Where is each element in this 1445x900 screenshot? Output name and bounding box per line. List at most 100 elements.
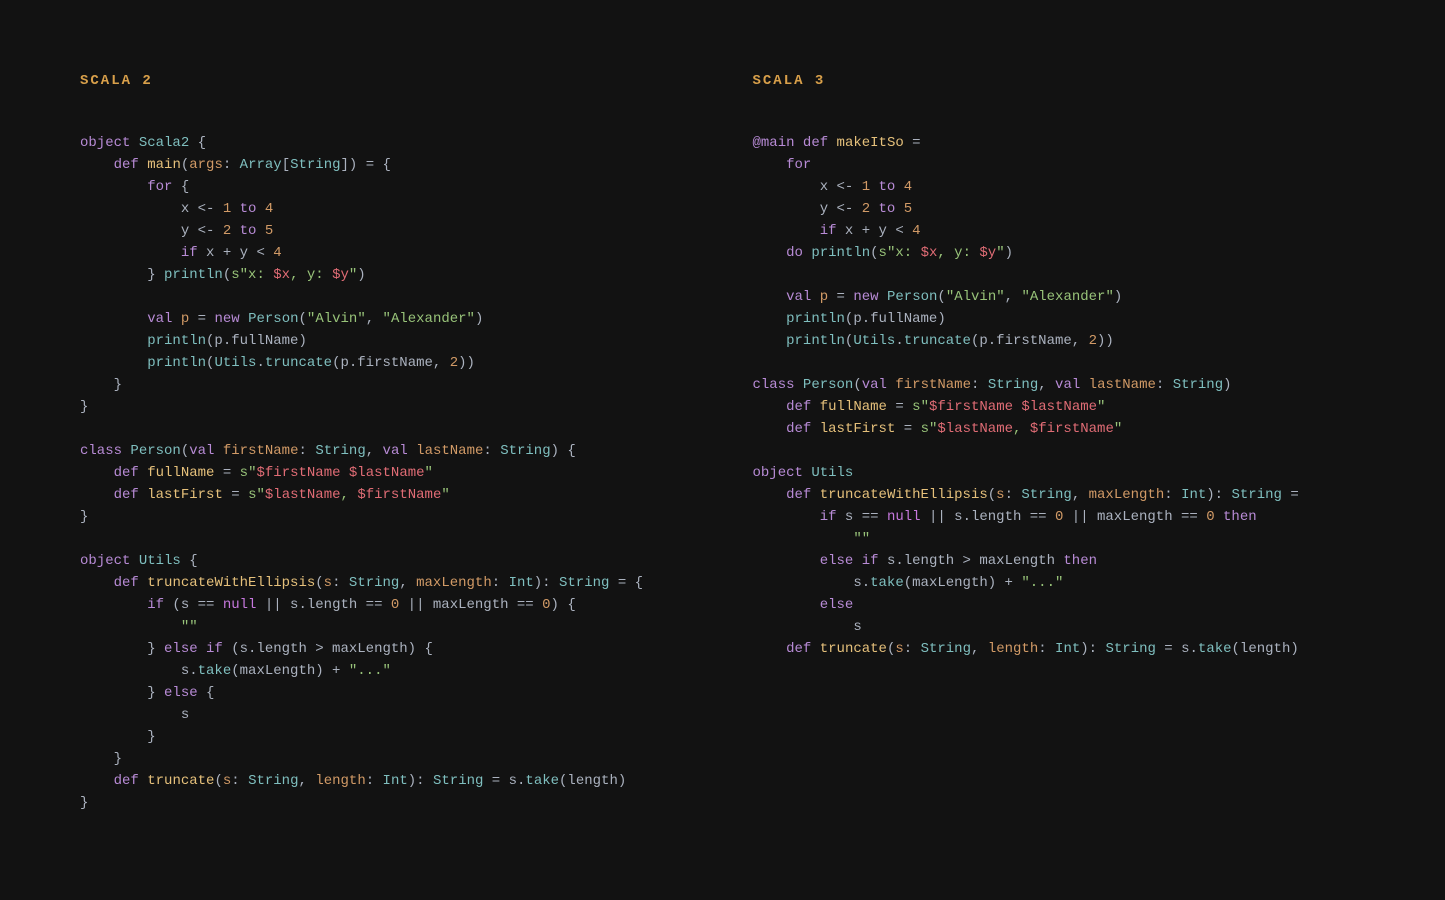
code-token: new — [214, 311, 239, 327]
code-token: (length) — [1232, 641, 1299, 657]
code-token: println — [786, 311, 845, 327]
code-token: $firstName — [357, 487, 441, 503]
code-token: Int — [509, 575, 534, 591]
code-token: s. — [80, 663, 198, 679]
code-token — [753, 553, 820, 569]
code-token: String — [315, 443, 365, 459]
code-token: : — [332, 575, 349, 591]
code-token: fullName — [147, 465, 214, 481]
code-token — [753, 399, 787, 415]
code-token: } — [80, 509, 88, 525]
code-token — [811, 421, 819, 437]
code-token: null — [223, 597, 257, 613]
code-token: def — [114, 487, 139, 503]
code-token: : — [1005, 487, 1022, 503]
code-token: s — [895, 641, 903, 657]
code-token — [408, 443, 416, 459]
code-token: ) — [357, 267, 365, 283]
code-token: y <- — [753, 201, 862, 217]
code-token: String — [500, 443, 550, 459]
code-token: s" — [240, 465, 257, 481]
code-token: "..." — [349, 663, 391, 679]
code-token — [811, 289, 819, 305]
code-token — [753, 487, 787, 503]
code-token: " — [425, 465, 433, 481]
code-token: to — [240, 223, 257, 239]
code-token — [139, 773, 147, 789]
code-token: : — [492, 575, 509, 591]
code-token: if — [820, 223, 837, 239]
code-token: object — [753, 465, 803, 481]
scala2-code-block: object Scala2 { def main(args: Array[Str… — [80, 132, 693, 814]
code-token: : — [1156, 377, 1173, 393]
code-token: " — [441, 487, 449, 503]
code-token: Person — [248, 311, 298, 327]
code-token: $firstName — [1030, 421, 1114, 437]
code-token: } — [80, 751, 122, 767]
code-token: new — [853, 289, 878, 305]
code-token: val — [862, 377, 887, 393]
code-token: String — [290, 157, 340, 173]
code-token: ) — [1223, 377, 1231, 393]
code-token: take — [870, 575, 904, 591]
code-token: maxLength — [416, 575, 492, 591]
code-token: = s. — [1156, 641, 1198, 657]
code-token: def — [786, 399, 811, 415]
code-token: main — [147, 157, 181, 173]
code-token: : — [483, 443, 500, 459]
code-token: s — [753, 619, 862, 635]
code-token: = s. — [483, 773, 525, 789]
code-token — [753, 421, 787, 437]
code-token — [811, 399, 819, 415]
code-token: null — [887, 509, 921, 525]
code-token: , — [1038, 377, 1055, 393]
code-token: { — [189, 135, 206, 151]
code-token: for — [786, 157, 811, 173]
code-token: ( — [853, 377, 861, 393]
code-token: [ — [282, 157, 290, 173]
code-token: then — [1223, 509, 1257, 525]
code-token: "Alexander" — [383, 311, 475, 327]
code-token — [231, 223, 239, 239]
code-token — [139, 575, 147, 591]
code-token: || s.length == — [921, 509, 1055, 525]
code-token: (p.firstName, — [332, 355, 450, 371]
code-token — [753, 641, 787, 657]
code-token: ( — [181, 157, 189, 173]
code-token: = — [904, 135, 921, 151]
code-token — [80, 311, 147, 327]
code-token: truncateWithEllipsis — [147, 575, 315, 591]
code-token: $lastName — [1021, 399, 1097, 415]
code-token: ) — [1114, 289, 1122, 305]
scala2-title: SCALA 2 — [80, 70, 693, 92]
code-token: val — [147, 311, 172, 327]
code-token: String — [1173, 377, 1223, 393]
code-token — [80, 333, 147, 349]
code-token: println — [147, 355, 206, 371]
code-token: $x — [921, 245, 938, 261]
code-token: } — [80, 729, 156, 745]
code-token: to — [879, 201, 896, 217]
code-token: else — [820, 553, 854, 569]
code-token: length — [315, 773, 365, 789]
code-token: 2 — [862, 201, 870, 217]
code-token: take — [1198, 641, 1232, 657]
code-token: String — [921, 641, 971, 657]
code-token: s" — [921, 421, 938, 437]
code-token: lastFirst — [147, 487, 223, 503]
code-token: 4 — [273, 245, 281, 261]
code-token — [80, 223, 181, 239]
code-token — [172, 311, 180, 327]
code-token: p — [181, 311, 189, 327]
code-token: } — [80, 399, 88, 415]
code-token: : — [366, 773, 383, 789]
code-token: to — [879, 179, 896, 195]
code-token — [130, 553, 138, 569]
code-token: println — [147, 333, 206, 349]
scala3-code-block: @main def makeItSo = for x <- 1 to 4 y <… — [753, 132, 1366, 660]
code-token: truncate — [147, 773, 214, 789]
code-token: $firstName — [929, 399, 1013, 415]
code-token: 4 — [912, 223, 920, 239]
code-token: ): — [534, 575, 559, 591]
code-token: (length) — [559, 773, 626, 789]
